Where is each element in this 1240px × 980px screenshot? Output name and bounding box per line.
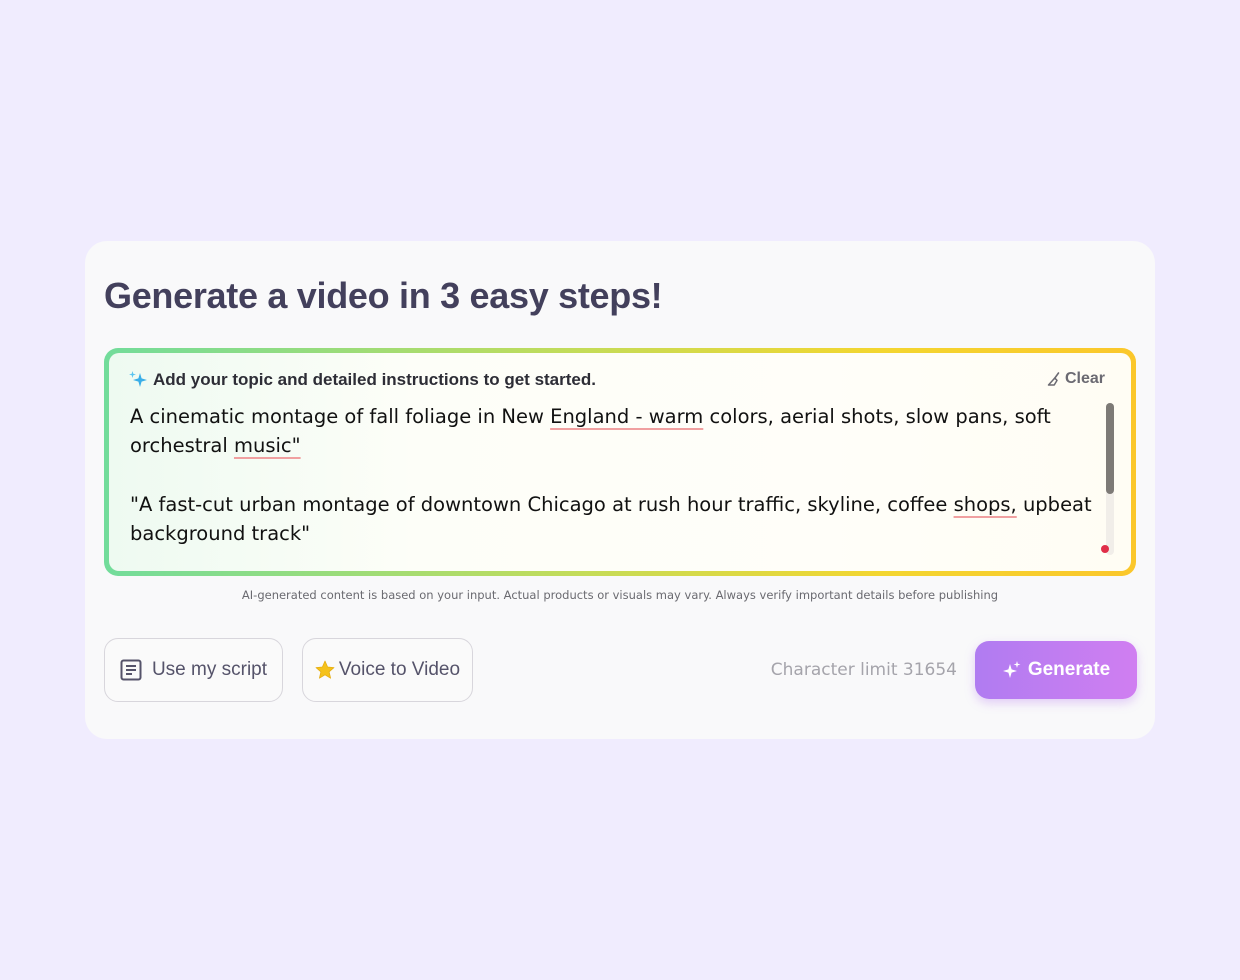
spellcheck-flagged-text: music" (233, 434, 301, 457)
generate-button[interactable]: Generate (975, 641, 1137, 699)
star-icon (315, 660, 335, 680)
character-limit: Character limit 31654 (770, 660, 957, 680)
use-my-script-button[interactable]: Use my script (104, 638, 283, 702)
sparkle-icon (1002, 660, 1022, 680)
sparkle-icon (127, 369, 149, 391)
prompt-header: Add your topic and detailed instructions… (127, 369, 596, 391)
scrollbar-thumb[interactable] (1106, 403, 1114, 494)
clear-button[interactable]: Clear (1046, 370, 1105, 388)
spellcheck-flagged-text: England - warm (550, 405, 704, 428)
generate-label: Generate (1027, 659, 1111, 680)
document-icon (120, 659, 142, 681)
broom-icon (1046, 371, 1062, 387)
voice-to-video-label: Voice to Video (338, 659, 461, 680)
prompt-paragraph-2: "A fast-cut urban montage of downtown Ch… (130, 490, 1100, 548)
prompt-box: Add your topic and detailed instructions… (104, 348, 1136, 576)
status-dot (1101, 545, 1109, 553)
prompt-inner: Add your topic and detailed instructions… (109, 353, 1131, 571)
prompt-textarea[interactable]: A cinematic montage of fall foliage in N… (130, 402, 1100, 548)
prompt-text-segment: "A fast-cut urban montage of downtown Ch… (130, 493, 954, 516)
ai-disclaimer: AI-generated content is based on your in… (241, 588, 999, 602)
page-title: Generate a video in 3 easy steps! (104, 275, 663, 316)
prompt-scrollbar[interactable] (1106, 403, 1114, 555)
video-generator-card: Generate a video in 3 easy steps! Add yo… (85, 241, 1155, 739)
prompt-paragraph-1: A cinematic montage of fall foliage in N… (130, 402, 1100, 460)
prompt-text-segment: A cinematic montage of fall foliage in N… (130, 405, 551, 428)
prompt-label: Add your topic and detailed instructions… (153, 370, 596, 389)
spellcheck-flagged-text: shops, (953, 493, 1017, 516)
clear-label: Clear (1064, 370, 1105, 387)
voice-to-video-button[interactable]: Voice to Video (302, 638, 473, 702)
use-my-script-label: Use my script (151, 659, 268, 680)
